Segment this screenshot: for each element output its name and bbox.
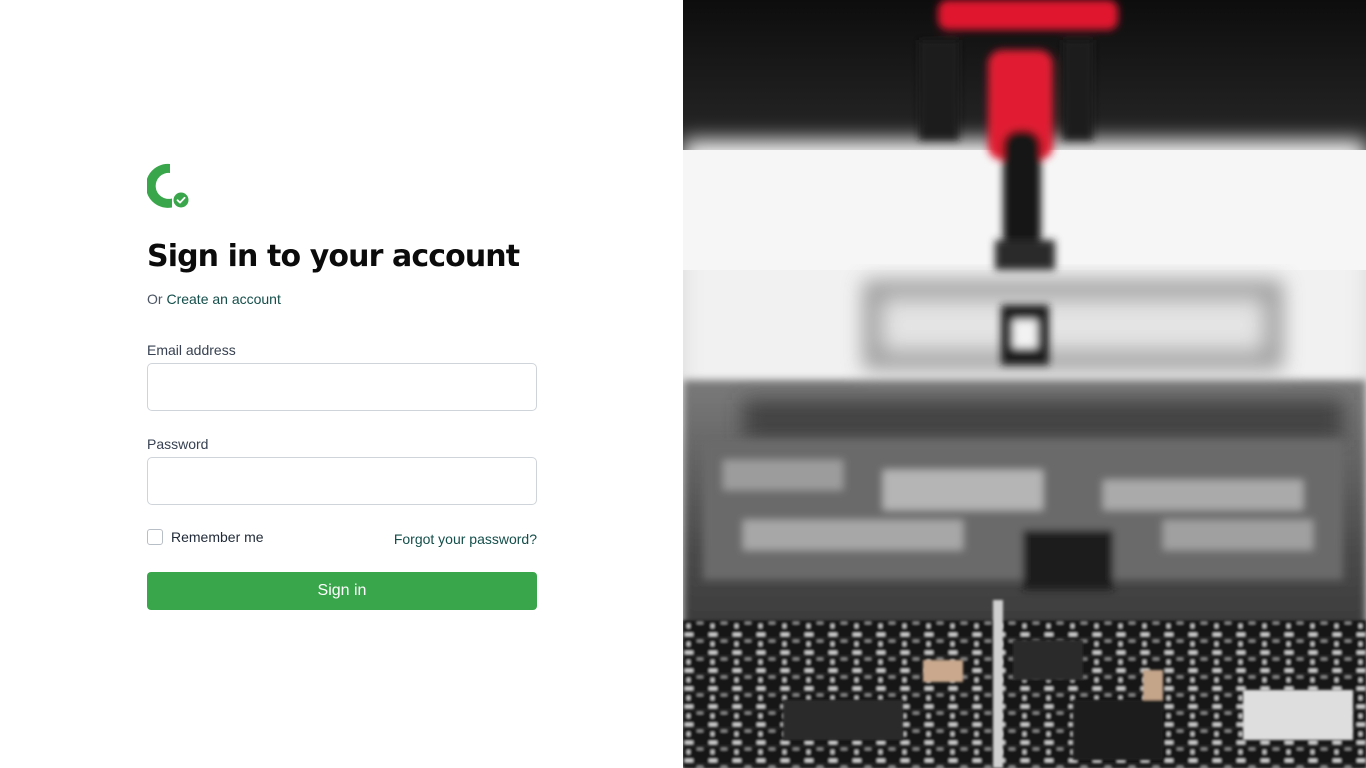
form-options-row: Remember me Forgot your password? (147, 527, 537, 547)
login-form-panel: Sign in to your account Or Create an acc… (0, 0, 683, 768)
password-input[interactable] (147, 457, 537, 505)
remember-me-toggle[interactable]: Remember me (147, 529, 264, 545)
hero-image-panel (683, 0, 1366, 768)
circuit-board-photo (683, 0, 1366, 768)
password-label: Password (147, 436, 209, 452)
login-form: Sign in to your account Or Create an acc… (147, 162, 537, 610)
remember-me-label: Remember me (171, 529, 264, 545)
page-title: Sign in to your account (147, 239, 520, 274)
email-input[interactable] (147, 363, 537, 411)
remember-me-checkbox[interactable] (147, 529, 163, 545)
create-account-prompt: Or Create an account (147, 290, 537, 308)
email-field-group: Email address (147, 341, 537, 411)
logo-icon (147, 163, 190, 209)
subtitle-prefix: Or (147, 291, 163, 307)
login-page: Sign in to your account Or Create an acc… (0, 0, 1366, 768)
email-label: Email address (147, 342, 236, 358)
password-field-group: Password (147, 435, 537, 505)
forgot-password-link[interactable]: Forgot your password? (394, 531, 537, 547)
create-account-link[interactable]: Create an account (166, 291, 280, 307)
sign-in-button[interactable]: Sign in (147, 572, 537, 610)
